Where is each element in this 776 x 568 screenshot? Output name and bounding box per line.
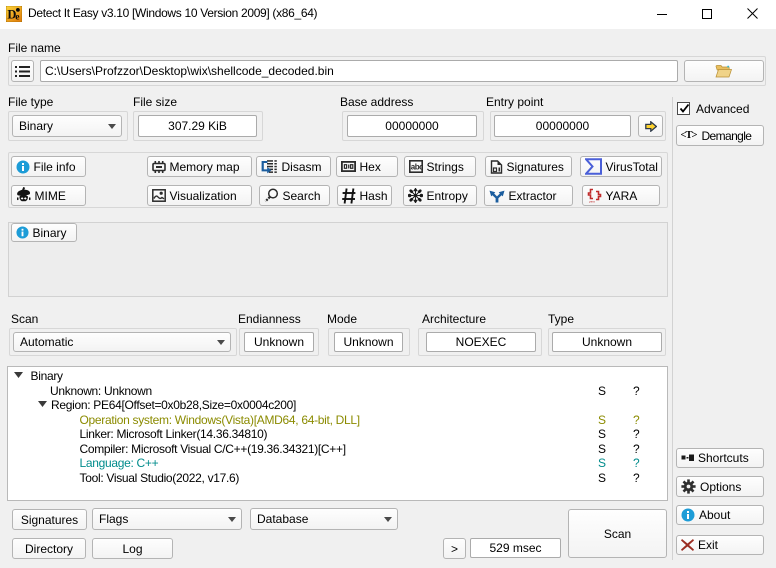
svg-text:abc: abc [410, 162, 422, 171]
svg-text:e: e [15, 12, 19, 22]
svg-text:yara: yara [589, 200, 595, 204]
